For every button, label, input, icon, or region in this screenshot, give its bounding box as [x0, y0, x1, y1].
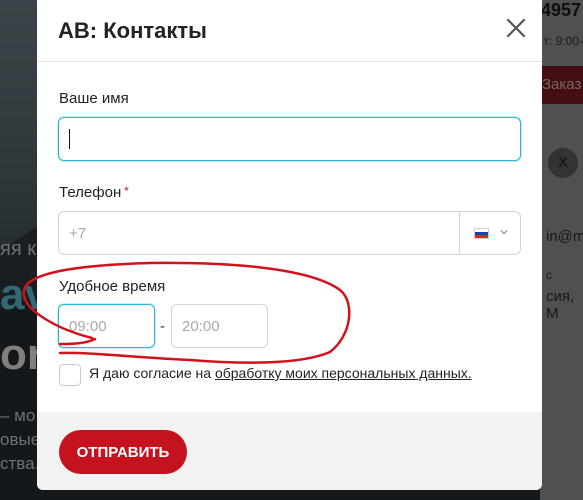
modal-footer: ОТПРАВИТЬ [37, 412, 542, 490]
consent-label: Я даю согласие на обработку моих персона… [89, 365, 472, 381]
consent-text: Я даю согласие на [89, 365, 215, 381]
time-to-input[interactable] [171, 304, 268, 348]
modal-header: АВ: Контакты [37, 0, 542, 62]
text-caret [69, 129, 70, 149]
submit-button[interactable]: ОТПРАВИТЬ [59, 430, 187, 474]
privacy-policy-link[interactable]: обработку моих персональных данных. [215, 365, 472, 381]
phone-input[interactable] [59, 212, 459, 254]
modal-title: АВ: Контакты [58, 18, 207, 43]
time-label: Удобное время [59, 278, 166, 295]
required-mark: * [124, 184, 129, 198]
name-input[interactable] [58, 117, 521, 161]
russia-flag-icon [474, 228, 489, 239]
time-from-input[interactable] [58, 304, 155, 348]
phone-label: Телефон * [59, 184, 129, 201]
time-separator: - [160, 318, 165, 335]
phone-field [58, 211, 521, 255]
country-code-select[interactable] [459, 212, 520, 254]
close-button[interactable] [504, 16, 528, 40]
chevron-down-icon [500, 230, 508, 235]
name-label: Ваше имя [59, 90, 129, 107]
contact-modal: АВ: Контакты Ваше имя Телефон* Удобное в… [37, 0, 542, 490]
phone-label-text: Телефон [59, 184, 122, 201]
consent-checkbox[interactable] [59, 364, 81, 386]
close-icon [506, 18, 526, 38]
